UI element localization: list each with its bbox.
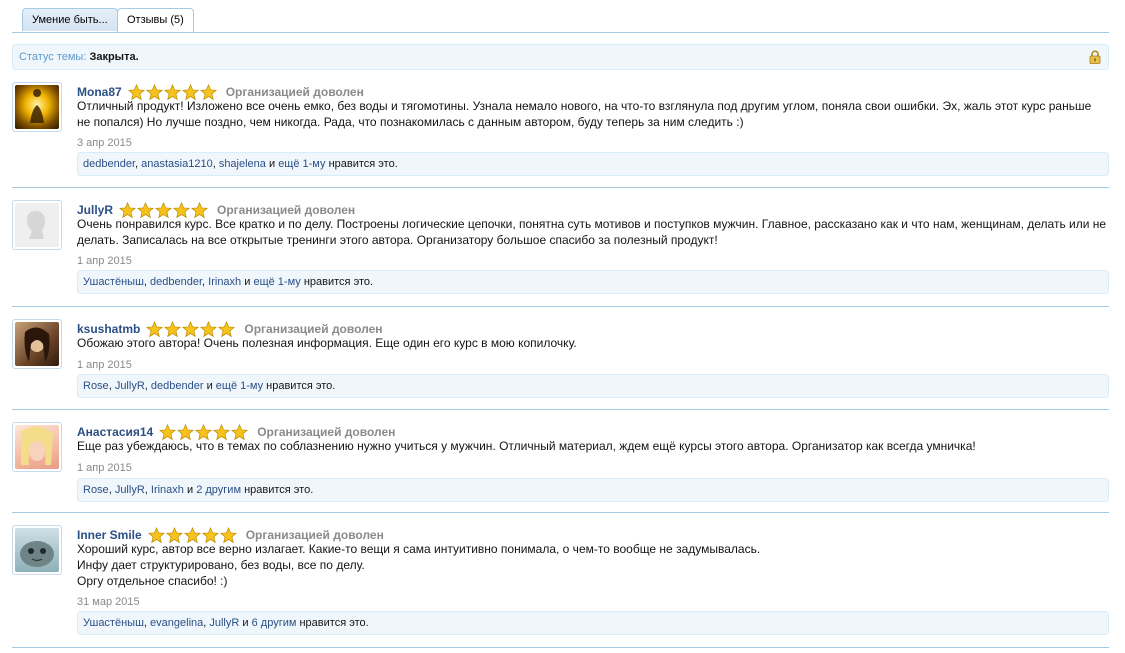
review-date[interactable]: 1 апр 2015 bbox=[77, 359, 132, 371]
avatar[interactable] bbox=[12, 82, 62, 132]
review-date[interactable]: 3 апр 2015 bbox=[77, 137, 132, 149]
liker-link[interactable]: Ушастёныш bbox=[83, 617, 144, 629]
likes-and: и bbox=[186, 484, 194, 496]
likes-suffix: нравится это. bbox=[266, 380, 336, 392]
likes-bar: Ушастёныш, dedbender, Irinaxh и ещё 1-му… bbox=[77, 270, 1109, 294]
review-line: Обожаю этого автора! Очень полезная инфо… bbox=[77, 336, 577, 350]
likes-and: и bbox=[268, 158, 276, 170]
review-verdict: Организацией доволен bbox=[257, 425, 396, 439]
likes-suffix: нравится это. bbox=[299, 617, 369, 629]
likes-suffix: нравится это. bbox=[244, 484, 314, 496]
status-value: Закрыта. bbox=[89, 51, 139, 63]
likes-more-link[interactable]: 6 другим bbox=[252, 617, 297, 629]
review-text: Еще раз убеждаюсь, что в темах по соблаз… bbox=[77, 438, 1107, 454]
avatar[interactable] bbox=[12, 200, 62, 250]
likes-and: и bbox=[206, 380, 213, 392]
username[interactable]: Inner Smile bbox=[77, 528, 142, 542]
divider bbox=[12, 647, 1109, 648]
likes-more-link[interactable]: ещё 1-му bbox=[253, 276, 300, 288]
review-line: Отличный продукт! Изложено все очень емк… bbox=[77, 99, 1092, 129]
thread-status-bar: Статус темы: Закрыта. bbox=[12, 44, 1109, 70]
liker-link[interactable]: Rose bbox=[83, 484, 109, 496]
likes-bar: Rose, JullyR, Irinaxh и 2 другим нравитс… bbox=[77, 478, 1109, 502]
liker-link[interactable]: Rose bbox=[83, 380, 109, 392]
review-date[interactable]: 31 мар 2015 bbox=[77, 596, 140, 608]
divider bbox=[12, 306, 1109, 307]
review-text: Хороший курс, автор все верно излагает. … bbox=[77, 541, 1107, 589]
status-label: Статус темы: bbox=[19, 51, 87, 63]
divider bbox=[12, 409, 1109, 410]
likes-bar: dedbender, anastasia1210, shajelena и ещ… bbox=[77, 152, 1109, 176]
likes-suffix: нравится это. bbox=[328, 158, 398, 170]
likes-bar: Rose, JullyR, dedbender и ещё 1-му нрави… bbox=[77, 374, 1109, 398]
liker-link[interactable]: Ушастёныш bbox=[83, 276, 144, 288]
divider bbox=[12, 187, 1109, 188]
review-line: Еще раз убеждаюсь, что в темах по соблаз… bbox=[77, 439, 976, 453]
liker-link[interactable]: dedbender bbox=[150, 276, 202, 288]
review-text: Очень понравился курс. Все кратко и по д… bbox=[77, 216, 1107, 248]
review-date[interactable]: 1 апр 2015 bbox=[77, 462, 132, 474]
tab-bar: Умение быть... Отзывы (5) bbox=[12, 0, 1109, 33]
tab-description[interactable]: Умение быть... bbox=[22, 8, 118, 31]
review-text: Отличный продукт! Изложено все очень емк… bbox=[77, 98, 1107, 130]
likes-more-link[interactable]: ещё 1-му bbox=[278, 158, 325, 170]
username[interactable]: ksushatmb bbox=[77, 322, 140, 336]
likes-suffix: нравится это. bbox=[303, 276, 374, 288]
username[interactable]: JullyR bbox=[77, 203, 113, 217]
review-text: Обожаю этого автора! Очень полезная инфо… bbox=[77, 335, 1107, 351]
liker-link[interactable]: JullyR bbox=[115, 380, 145, 392]
likes-more-link[interactable]: 2 другим bbox=[196, 484, 241, 496]
liker-link[interactable]: anastasia1210 bbox=[141, 158, 213, 170]
liker-link[interactable]: JullyR bbox=[209, 617, 239, 629]
review-line: Инфу дает структурировано, без воды, все… bbox=[77, 558, 365, 572]
liker-link[interactable]: dedbender bbox=[83, 158, 135, 170]
username[interactable]: Анастасия14 bbox=[77, 425, 153, 439]
lock-icon bbox=[1089, 50, 1101, 64]
liker-link[interactable]: Irinaxh bbox=[151, 484, 184, 496]
liker-link[interactable]: dedbender bbox=[151, 380, 204, 392]
avatar[interactable] bbox=[12, 525, 62, 575]
likes-and: и bbox=[244, 276, 251, 288]
likes-bar: Ушастёныш, evangelina, JullyR и 6 другим… bbox=[77, 611, 1109, 635]
divider bbox=[12, 512, 1109, 513]
liker-link[interactable]: shajelena bbox=[219, 158, 266, 170]
liker-link[interactable]: evangelina bbox=[150, 617, 203, 629]
username[interactable]: Mona87 bbox=[77, 85, 122, 99]
likes-more-link[interactable]: ещё 1-му bbox=[216, 380, 263, 392]
avatar[interactable] bbox=[12, 319, 62, 369]
liker-link[interactable]: Irinaxh bbox=[208, 276, 241, 288]
tab-reviews[interactable]: Отзывы (5) bbox=[117, 8, 194, 32]
review-line: Хороший курс, автор все верно излагает. … bbox=[77, 542, 761, 556]
review-line: Оргу отдельное спасибо! :) bbox=[77, 574, 228, 588]
review-verdict: Организацией доволен bbox=[245, 528, 384, 542]
review-date[interactable]: 1 апр 2015 bbox=[77, 255, 132, 267]
likes-and: и bbox=[242, 617, 249, 629]
review-verdict: Организацией доволен bbox=[217, 203, 356, 217]
review-verdict: Организацией доволен bbox=[225, 85, 364, 99]
liker-link[interactable]: JullyR bbox=[115, 484, 145, 496]
avatar[interactable] bbox=[12, 422, 62, 472]
review-line: Очень понравился курс. Все кратко и по д… bbox=[77, 217, 1107, 247]
review-verdict: Организацией доволен bbox=[244, 322, 383, 336]
